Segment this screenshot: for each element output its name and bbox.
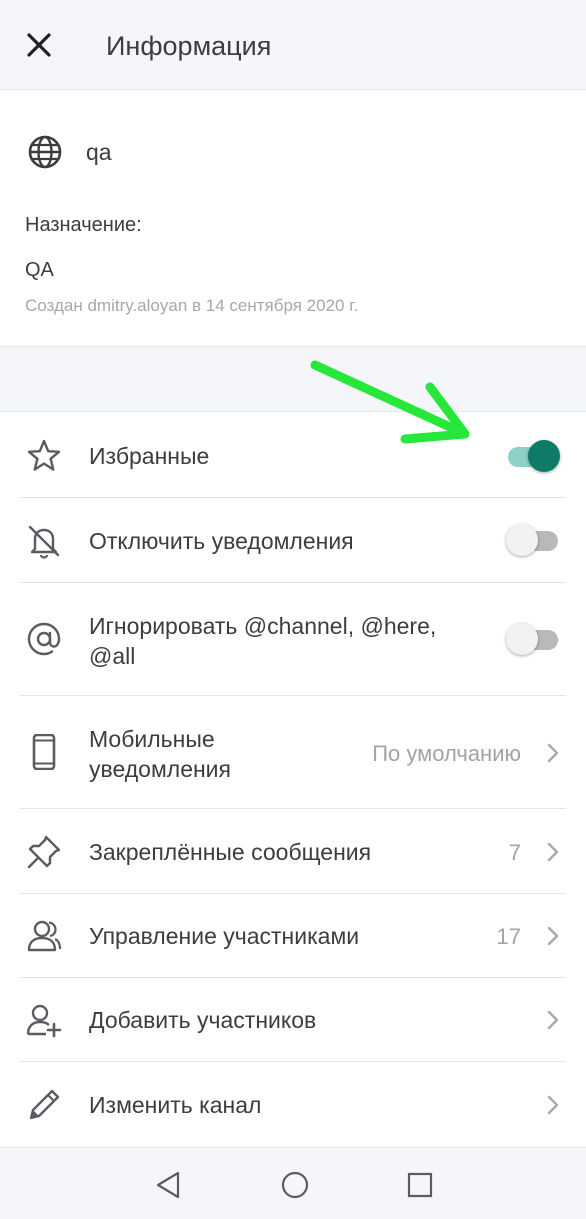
close-button[interactable] bbox=[20, 26, 58, 64]
created-by-text: Создан dmitry.aloyan в 14 сентября 2020 … bbox=[25, 296, 359, 315]
globe-icon bbox=[28, 135, 62, 169]
close-icon bbox=[27, 33, 51, 57]
mobile-notifications-row[interactable]: Мобильные уведомления По умолчанию bbox=[0, 696, 586, 809]
add-members-row[interactable]: Добавить участников bbox=[0, 978, 586, 1062]
star-icon bbox=[27, 439, 61, 471]
mute-toggle[interactable] bbox=[506, 522, 560, 558]
chevron-right-icon bbox=[547, 926, 559, 946]
toggle-knob bbox=[506, 524, 538, 556]
favorites-toggle[interactable] bbox=[506, 438, 560, 474]
add-members-label: Добавить участников bbox=[89, 1007, 317, 1033]
pencil-icon bbox=[29, 1089, 60, 1120]
channel-name: qa bbox=[86, 139, 112, 165]
edit-channel-row[interactable]: Изменить канал bbox=[0, 1062, 586, 1147]
pinned-count: 7 bbox=[508, 840, 521, 865]
section-divider bbox=[0, 346, 586, 412]
page-title: Информация bbox=[106, 31, 272, 61]
members-count: 17 bbox=[496, 924, 521, 949]
back-triangle-icon[interactable] bbox=[154, 1170, 184, 1200]
manage-members-row[interactable]: Управление участниками 17 bbox=[0, 894, 586, 978]
favorites-row[interactable]: Избранные bbox=[0, 413, 586, 498]
ignore-mentions-toggle[interactable] bbox=[506, 621, 560, 657]
ignore-mentions-label-line2: @all bbox=[89, 643, 136, 669]
manage-members-label: Управление участниками bbox=[89, 923, 360, 949]
edit-channel-label: Изменить канал bbox=[89, 1092, 262, 1118]
mobile-notifications-value: По умолчанию bbox=[372, 741, 521, 766]
pin-icon bbox=[27, 835, 61, 869]
mute-label: Отключить уведомления bbox=[89, 528, 354, 554]
toggle-knob bbox=[506, 623, 538, 655]
chevron-right-icon bbox=[547, 1010, 559, 1030]
ignore-mentions-label-line1: Игнорировать @channel, @here, bbox=[89, 613, 437, 639]
header: Информация bbox=[0, 0, 586, 90]
mute-notifications-row[interactable]: Отключить уведомления bbox=[0, 498, 586, 583]
recents-square-icon[interactable] bbox=[405, 1170, 435, 1200]
at-icon bbox=[27, 622, 61, 656]
pinned-label: Закреплённые сообщения bbox=[89, 839, 372, 865]
home-circle-icon[interactable] bbox=[280, 1170, 310, 1200]
channel-info: qa Назначение: QA Создан dmitry.aloyan в… bbox=[0, 90, 586, 346]
favorites-label: Избранные bbox=[89, 443, 210, 469]
members-icon bbox=[27, 920, 62, 952]
pinned-messages-row[interactable]: Закреплённые сообщения 7 bbox=[0, 809, 586, 894]
mobile-notifications-label-line1: Мобильные bbox=[89, 726, 215, 752]
bell-off-icon bbox=[28, 525, 60, 559]
toggle-knob bbox=[528, 440, 560, 472]
purpose-label: Назначение: bbox=[25, 214, 142, 236]
chevron-right-icon bbox=[547, 1095, 559, 1115]
phone-icon bbox=[32, 734, 56, 770]
system-navigation-bar bbox=[0, 1147, 586, 1219]
chevron-right-icon bbox=[547, 743, 559, 763]
add-member-icon bbox=[26, 1004, 62, 1038]
purpose-value: QA bbox=[25, 259, 54, 281]
ignore-mentions-row[interactable]: Игнорировать @channel, @here, @all bbox=[0, 583, 586, 696]
chevron-right-icon bbox=[547, 842, 559, 862]
mobile-notifications-label-line2: уведомления bbox=[89, 756, 231, 782]
